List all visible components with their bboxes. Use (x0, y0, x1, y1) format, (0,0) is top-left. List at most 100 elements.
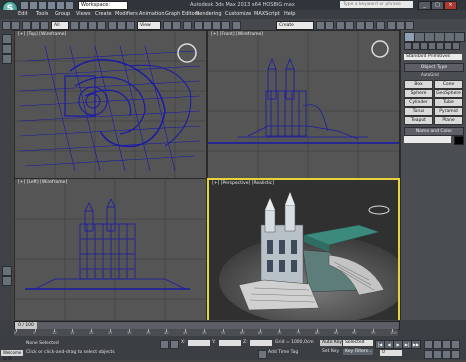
bind-space-warp-icon[interactable] (40, 21, 49, 30)
viewport-label[interactable]: [+] [Left] [Wireframe] (18, 180, 67, 186)
menu-edit[interactable]: Edit (18, 10, 28, 19)
cameras-icon[interactable] (428, 42, 436, 50)
current-frame-field[interactable]: 0 (380, 350, 402, 356)
pan-icon[interactable] (433, 350, 442, 359)
undo-icon[interactable] (2, 21, 11, 30)
select-object-icon[interactable] (70, 21, 79, 30)
key-mode-dropdown[interactable]: Selected (343, 340, 373, 346)
edit-named-selection-icon[interactable] (232, 21, 241, 30)
zoom-extents-all-icon[interactable] (451, 340, 460, 349)
viewport-label[interactable]: [+] [Front] [Wireframe] (211, 32, 263, 38)
menu-help[interactable]: Help (284, 10, 295, 19)
viewport-front[interactable]: [+] [Front] [Wireframe] (207, 30, 400, 180)
menu-modifiers[interactable]: Modifiers (115, 10, 138, 19)
absolute-mode-icon[interactable] (170, 340, 179, 349)
name-and-color-rollout[interactable]: Name and Color (404, 127, 464, 136)
object-paint-icon[interactable] (2, 276, 12, 286)
cylinder-button[interactable]: Cylinder (404, 98, 433, 107)
keyboard-shortcut-override-icon[interactable] (183, 21, 192, 30)
menu-tools[interactable]: Tools (36, 10, 48, 19)
curve-editor-icon[interactable] (356, 21, 365, 30)
systems-icon[interactable] (452, 42, 460, 50)
spinner-snap-icon[interactable] (221, 21, 230, 30)
viewport-label[interactable]: [+] [Top] [Wireframe] (18, 32, 66, 38)
plane-button[interactable]: Plane (434, 116, 463, 125)
teapot-button[interactable]: Teapot (404, 116, 433, 125)
menu-animation[interactable]: Animation (139, 10, 165, 19)
lock-selection-icon[interactable] (160, 340, 169, 349)
move-icon[interactable] (108, 21, 117, 30)
viewcube-icon[interactable] (371, 40, 389, 58)
box-button[interactable]: Box (404, 80, 433, 89)
graphite-tool-icon[interactable] (2, 34, 12, 44)
shapes-icon[interactable] (412, 42, 420, 50)
viewcube-icon[interactable] (177, 43, 197, 63)
zoom-all-icon[interactable] (433, 340, 442, 349)
utilities-tab-icon[interactable] (454, 32, 465, 42)
link-icon[interactable] (22, 21, 31, 30)
cone-button[interactable]: Cone (434, 80, 463, 89)
project-folder-icon[interactable] (65, 1, 74, 10)
tube-button[interactable]: Tube (434, 98, 463, 107)
angle-snap-icon[interactable] (203, 21, 212, 30)
named-selection-set-dropdown[interactable]: Create Selection Se (276, 21, 314, 35)
geometry-icon[interactable] (404, 42, 412, 50)
object-color-swatch[interactable] (454, 136, 464, 145)
render-production-icon[interactable] (405, 21, 414, 30)
add-time-tag-button[interactable]: Add Time Tag (268, 349, 298, 356)
open-file-icon[interactable] (29, 1, 38, 10)
percent-snap-icon[interactable] (212, 21, 221, 30)
x-coordinate-field[interactable] (188, 340, 210, 346)
window-crossing-icon[interactable] (97, 21, 106, 30)
maximize-button[interactable]: □ (431, 1, 444, 10)
helpers-icon[interactable] (436, 42, 444, 50)
rectangular-selection-icon[interactable] (88, 21, 97, 30)
graphite-ribbon-icon[interactable] (345, 21, 354, 30)
lights-icon[interactable] (420, 42, 428, 50)
torus-button[interactable]: Torus (404, 107, 433, 116)
menu-group[interactable]: Group (55, 10, 70, 19)
sphere-button[interactable]: Sphere (404, 89, 433, 98)
frame-ruler[interactable]: 0 5 10 15 20 25 30 35 40 45 50 55 60 65 70 75 80 85 90 95 10… (14, 329, 398, 336)
set-key-button[interactable]: Set Key (322, 348, 339, 355)
menu-create[interactable]: Create (95, 10, 112, 19)
snaps-toggle-icon[interactable] (194, 21, 203, 30)
go-to-end-icon[interactable]: ▶▶ (411, 340, 421, 349)
undo-icon[interactable] (47, 1, 56, 10)
freeform-icon[interactable] (2, 44, 12, 54)
viewport-top[interactable]: [+] [Top] [Wireframe] (14, 30, 207, 180)
time-tag-icon[interactable] (258, 350, 267, 359)
auto-key-button[interactable]: Auto Key (322, 339, 342, 346)
close-button[interactable]: × (444, 1, 457, 10)
menu-rendering[interactable]: Rendering (196, 10, 222, 19)
menu-graph-editors[interactable]: Graph Editors (165, 10, 199, 19)
autogrid-checkbox[interactable]: AutoGrid (421, 71, 439, 78)
viewport-layout-icon[interactable] (2, 266, 12, 276)
z-coordinate-field[interactable] (250, 340, 272, 346)
mirror-icon[interactable] (316, 21, 325, 30)
selection-tool-icon[interactable] (2, 54, 12, 64)
maxscript-listener[interactable]: Welcome to M (1, 350, 23, 361)
menu-views[interactable]: Views (76, 10, 90, 19)
menu-maxscript[interactable]: MAXScript (254, 10, 280, 19)
zoom-extents-icon[interactable] (442, 340, 451, 349)
align-icon[interactable] (325, 21, 334, 30)
primitive-category-dropdown[interactable]: Standard Primitives (404, 54, 462, 60)
unlink-icon[interactable] (31, 21, 40, 30)
geosphere-button[interactable]: GeoSphere (434, 89, 463, 98)
schematic-view-icon[interactable] (365, 21, 374, 30)
viewport-perspective[interactable]: [+] [Perspective] [Realistic] (207, 178, 400, 324)
pyramid-button[interactable]: Pyramid (434, 107, 463, 116)
scale-icon[interactable] (126, 21, 135, 30)
reference-coordinate-dropdown[interactable]: View (137, 21, 161, 30)
select-and-manipulate-icon[interactable] (172, 21, 181, 30)
material-editor-icon[interactable] (376, 21, 385, 30)
rotate-icon[interactable] (117, 21, 126, 30)
object-name-field[interactable] (404, 136, 451, 143)
field-of-view-icon[interactable] (424, 350, 433, 359)
viewport-left[interactable]: [+] [Left] [Wireframe] (14, 178, 207, 324)
selection-filter-dropdown[interactable]: All (51, 21, 69, 30)
save-icon[interactable] (38, 1, 47, 10)
new-file-icon[interactable] (20, 1, 29, 10)
orbit-icon[interactable] (442, 350, 451, 359)
